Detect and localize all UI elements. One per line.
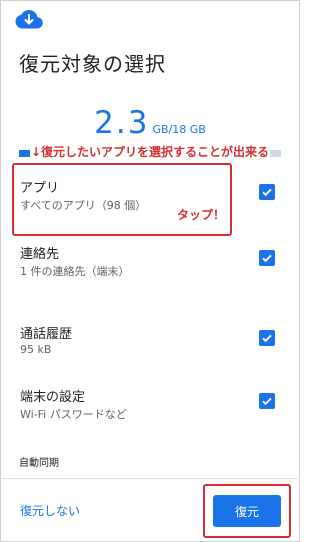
page-title: 復元対象の選択 [19,52,166,76]
tap-annotation: タップ！ [177,208,226,222]
item-label: 連絡先 [20,247,60,262]
divider [0,478,300,479]
apps-highlight-box [12,163,232,236]
checkbox-checked-icon[interactable] [259,330,275,346]
item-sublabel: 95 kB [20,343,52,356]
storage-total-text: GB/18 GB [152,123,206,136]
skip-restore-button[interactable]: 復元しない [20,502,80,519]
list-item-call-history[interactable]: 通話履歴 95 kB [0,317,300,373]
item-label: 通話履歴 [20,327,73,342]
list-item-device-settings[interactable]: 端末の設定 Wi-Fi パスワードなど [0,380,300,436]
checkbox-checked-icon[interactable] [259,393,275,409]
annotation-text: ↓復元したいアプリを選択することが出来る [30,143,271,160]
checkbox-checked-icon[interactable] [259,184,275,200]
section-header-auto-sync: 自動同期 [19,458,59,469]
item-sublabel: 1 件の連絡先（端末） [20,265,130,278]
restore-button[interactable]: 復元 [213,495,281,527]
cloud-download-icon [15,10,43,29]
storage-used-value: 2.3 [94,105,150,141]
storage-usage: 2.3 GB/18 GB [0,105,300,141]
checkbox-checked-icon[interactable] [259,250,275,266]
item-label: 端末の設定 [20,390,86,405]
item-sublabel: Wi-Fi パスワードなど [20,408,127,421]
list-item-contacts[interactable]: 連絡先 1 件の連絡先（端末） [0,237,300,293]
